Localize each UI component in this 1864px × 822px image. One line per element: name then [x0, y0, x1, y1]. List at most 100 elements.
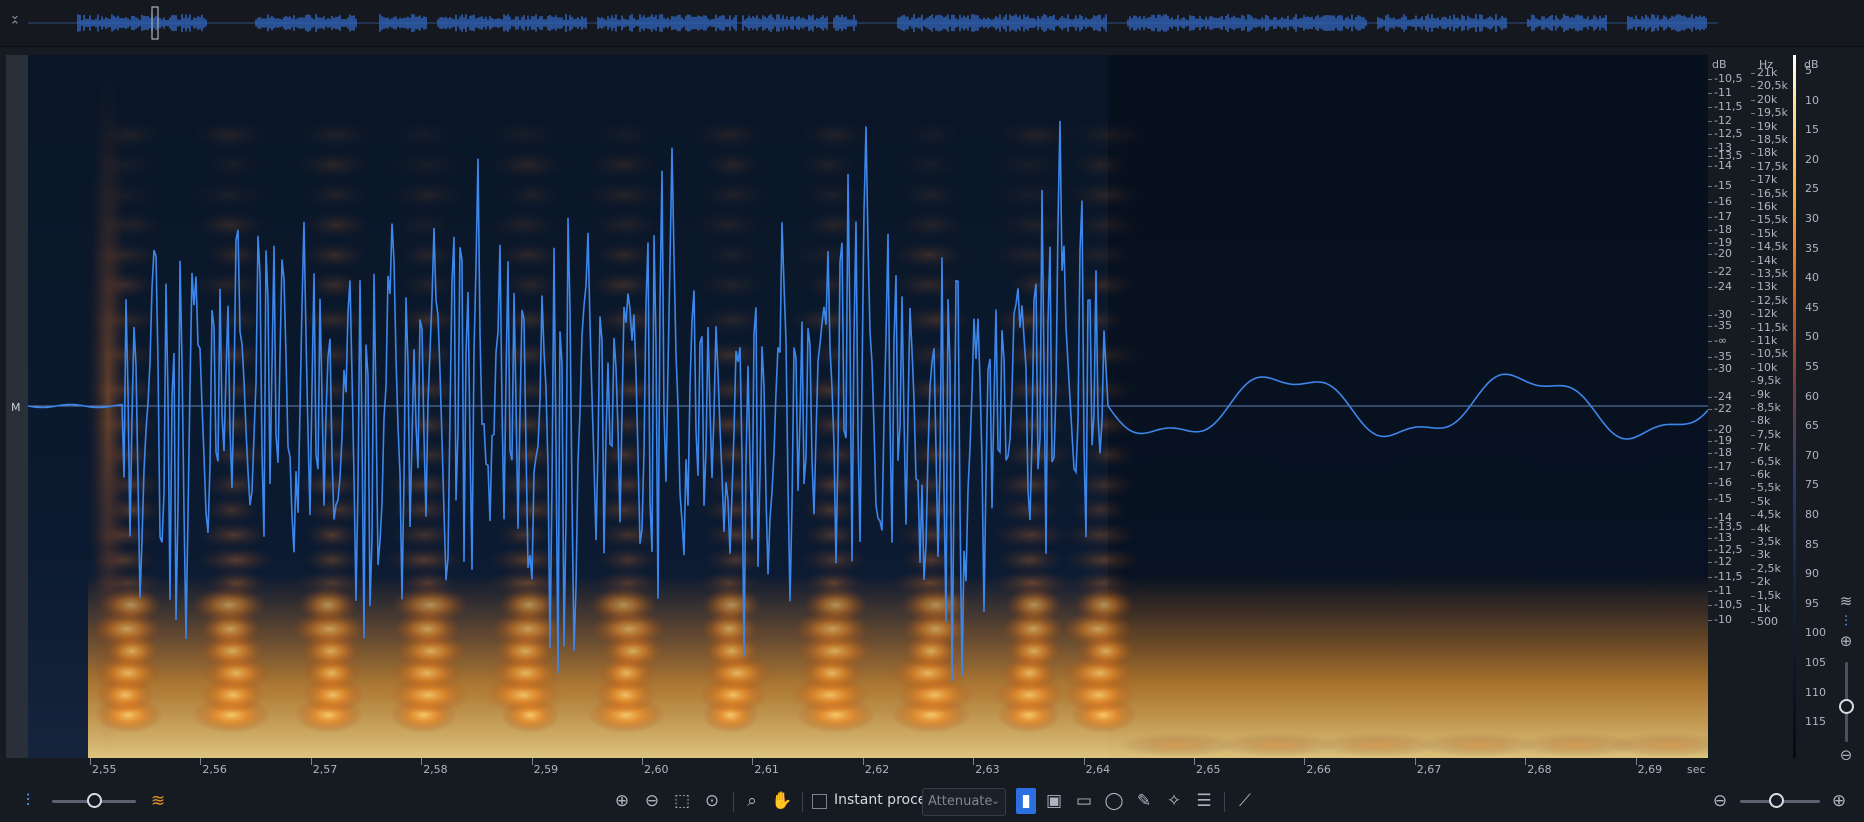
- collapse-arrows-icon[interactable]: ⌄ ⌃: [6, 9, 24, 34]
- vertical-zoom-thumb[interactable]: [1839, 699, 1854, 714]
- spectral-blob: [1060, 241, 1139, 269]
- channel-gutter: M: [6, 55, 28, 758]
- color-tick-label: 20: [1805, 152, 1819, 166]
- amplitude-ruler[interactable]: dB -10,5 -11 -11,5 -12 -12,5 -13 -13,5 -14 -15 -1…: [1708, 55, 1751, 758]
- vertical-zoom-tools: ≋ ⫶ ⊕ ⊖: [1831, 590, 1864, 768]
- db-tick-label: -15: [1714, 179, 1732, 192]
- ruler-tick: [1751, 220, 1755, 222]
- spectral-blob: [799, 546, 870, 574]
- magnify-icon[interactable]: ⌕: [739, 788, 765, 814]
- spectral-blob: [86, 241, 164, 269]
- hand-icon[interactable]: ✋: [769, 788, 795, 814]
- db-tick-label: -10,5: [1714, 72, 1743, 85]
- spectral-blob: [296, 151, 371, 179]
- ruler-tick: [1708, 166, 1712, 167]
- spectrogram-canvas[interactable]: [28, 55, 1708, 758]
- color-tick-label: 55: [1805, 360, 1819, 373]
- time-ruler[interactable]: sec 2,55 2,56 2,57 2,58 2,59 2,60 2,61 2,62 2,63…: [28, 758, 1736, 780]
- waveform-toggle-icon[interactable]: ≋: [1835, 590, 1857, 612]
- ruler-tick: [1708, 467, 1712, 468]
- spectral-blob: [891, 241, 967, 269]
- spectral-blob: [304, 441, 369, 469]
- time-tick: [1525, 758, 1527, 765]
- ruler-tick: [1708, 156, 1712, 157]
- hz-tick-label: 18k: [1757, 146, 1778, 160]
- instant-process-mode-select[interactable]: Attenuate ⌄: [922, 788, 1006, 816]
- db-tick-label: -11: [1714, 584, 1732, 597]
- zoom-fit-icon[interactable]: ⊙: [699, 788, 725, 814]
- spectral-blob: [204, 151, 262, 179]
- waveform-overview[interactable]: ⌄ ⌃: [0, 0, 1864, 47]
- zoom-in-icon[interactable]: ⊕: [1835, 630, 1857, 652]
- spectral-blob: [96, 121, 163, 149]
- hz-tick-label: 7,5k: [1757, 427, 1781, 441]
- spectral-blob: [383, 471, 463, 499]
- ruler-tick: [1708, 605, 1712, 606]
- spectral-blob: [704, 151, 760, 179]
- ruler-tick: [1708, 499, 1712, 500]
- ruler-tick: [1708, 121, 1712, 122]
- lasso-icon[interactable]: ◯: [1101, 788, 1127, 814]
- ruler-tick: [1708, 409, 1712, 410]
- db-tick-label: -20: [1714, 247, 1732, 260]
- spectral-blob: [296, 121, 377, 149]
- spectral-blob: [301, 411, 359, 439]
- db-tick-label: -11,5: [1714, 100, 1743, 113]
- color-tick-label: 90: [1805, 567, 1819, 581]
- spectral-blob: [898, 211, 966, 239]
- ruler-tick: [1751, 341, 1755, 342]
- zoom-out-icon[interactable]: ⊖: [639, 788, 665, 814]
- envelope-icon[interactable]: ⟋: [1232, 788, 1258, 814]
- spectral-blob: [303, 546, 362, 574]
- hz-tick-label: 20,5k: [1757, 79, 1788, 93]
- hz-tick-label: 16k: [1757, 200, 1778, 213]
- waveform-view-icon[interactable]: ⫶: [15, 788, 41, 814]
- spectral-blob: [1072, 151, 1130, 179]
- ruler-tick: [1751, 274, 1755, 275]
- spectral-blob: [1067, 181, 1142, 209]
- zoom-in-icon[interactable]: ⊕: [609, 788, 635, 814]
- db-tick-label: -14: [1714, 159, 1732, 172]
- time-tick: [642, 758, 643, 765]
- db-tick-label: -18: [1714, 446, 1732, 459]
- hz-tick-label: 17,5k: [1757, 159, 1788, 173]
- frequency-ruler[interactable]: Hz 21k 20,5k 20k 19,5k 19k 18,5k 18k 17,5k 17k 16…: [1751, 55, 1791, 758]
- spectral-blob: [806, 341, 865, 369]
- time-tick: [1304, 758, 1306, 765]
- waveform-blend-thumb[interactable]: [87, 793, 102, 808]
- magic-wand-icon[interactable]: ✧: [1161, 788, 1187, 814]
- hz-tick-label: 16,5k: [1757, 186, 1788, 200]
- hz-tick-label: 17k: [1757, 173, 1778, 187]
- hz-tick-label: 15,5k: [1757, 213, 1788, 227]
- harmonic-selection-icon[interactable]: ☰: [1191, 788, 1217, 814]
- horizontal-zoom-thumb[interactable]: [1769, 793, 1784, 808]
- spectral-blob: [384, 546, 465, 574]
- ruler-tick: [1751, 314, 1755, 316]
- hz-tick-label: 2k: [1757, 575, 1771, 589]
- overview-waveform[interactable]: [28, 4, 1718, 42]
- color-scale-ruler[interactable]: dB 5 10 15 20 25 30 35 40 45 50 55 60 65 70 75 80 85 90 95…: [1791, 55, 1831, 758]
- color-tick-label: 10: [1805, 93, 1819, 107]
- horizontal-zoom-in-icon[interactable]: ⊕: [1826, 788, 1852, 814]
- time-tick-label: 2,67: [1416, 763, 1442, 776]
- time-selection-icon[interactable]: ▮: [1016, 788, 1036, 814]
- ruler-tick: [1751, 233, 1755, 235]
- spectral-blob: [1070, 496, 1129, 524]
- frequency-selection-icon[interactable]: ▭: [1071, 788, 1097, 814]
- spectral-blob: [988, 241, 1069, 269]
- ruler-tick: [1708, 93, 1712, 94]
- spectrogram-view-icon[interactable]: ≋: [145, 788, 171, 814]
- db-unit-label: dB: [1712, 58, 1727, 71]
- hz-tick-label: 9,5k: [1757, 374, 1781, 388]
- spectrogram-view[interactable]: [28, 55, 1708, 758]
- brush-icon[interactable]: ✎: [1131, 788, 1157, 814]
- spectral-blob: [991, 521, 1070, 549]
- horizontal-zoom-out-icon[interactable]: ⊖: [1707, 788, 1733, 814]
- spectral-blob: [892, 271, 965, 299]
- zoom-out-icon[interactable]: ⊖: [1835, 744, 1857, 766]
- color-tick-label: 5: [1805, 64, 1812, 77]
- spectrogram-toggle-icon[interactable]: ⫶: [1835, 610, 1857, 632]
- instant-process-checkbox[interactable]: [812, 794, 827, 809]
- zoom-selection-icon[interactable]: ⬚: [669, 788, 695, 814]
- time-frequency-selection-icon[interactable]: ▣: [1041, 788, 1067, 814]
